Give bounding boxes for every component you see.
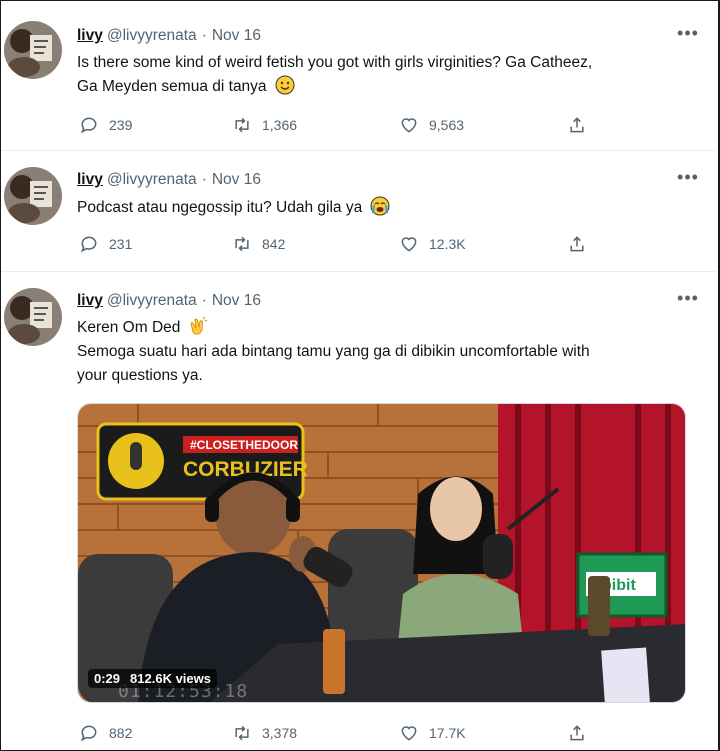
retweet-button[interactable]: 1,366 (232, 114, 297, 136)
avatar[interactable] (4, 167, 62, 225)
tweet-date[interactable]: Nov 16 (212, 27, 261, 44)
reply-count: 239 (109, 117, 133, 133)
heart-icon (401, 118, 417, 133)
more-horizontal-icon[interactable]: ••• (677, 24, 699, 47)
tweet-actions: 239 1,366 9,563 (77, 114, 597, 136)
retweet-button[interactable]: 3,378 (232, 722, 297, 744)
reply-button[interactable]: 882 (79, 722, 132, 744)
like-button[interactable]: 9,563 (399, 114, 464, 136)
like-count: 17.7K (429, 725, 466, 741)
separator: · (201, 27, 207, 44)
like-count: 12.3K (429, 236, 466, 252)
tweet-text-line: Is there some kind of weird fetish you g… (77, 54, 593, 71)
display-name[interactable]: livy (77, 27, 103, 44)
share-button[interactable] (567, 233, 597, 255)
tweet-text-line: Keren Om Ded (77, 319, 181, 336)
tweet-text: Keren Om Ded Semoga suatu hari ada binta… (77, 316, 697, 388)
tweet[interactable]: livy @livyyrenata · Nov 16 ••• Is there som… (1, 1, 715, 151)
tweet-text-line: Ga Meyden semua di tanya (77, 78, 267, 95)
like-button[interactable]: 17.7K (399, 722, 466, 744)
tweet-date[interactable]: Nov 16 (212, 171, 261, 188)
loudly-crying-face-emoji (370, 196, 390, 216)
slightly-smiling-face-emoji (275, 75, 295, 95)
tweet-actions: 882 3,378 17.7K (77, 722, 597, 744)
share-button[interactable] (567, 722, 597, 744)
retweet-icon (235, 725, 249, 741)
retweet-count: 842 (262, 236, 286, 252)
retweet-count: 3,378 (262, 725, 298, 741)
tweet-header: livy @livyyrenata · Nov 16 (77, 26, 261, 46)
tweet-text-line: your questions ya. (77, 367, 203, 384)
share-icon (570, 117, 584, 133)
reply-button[interactable]: 239 (79, 114, 132, 136)
reply-icon (80, 236, 97, 253)
reply-icon (80, 725, 97, 742)
video-info-badge: 0:29 812.6K views (88, 669, 217, 688)
heart-icon (401, 237, 417, 252)
tweet-date[interactable]: Nov 16 (212, 292, 261, 309)
avatar[interactable] (4, 288, 62, 346)
tweet-header: livy @livyyrenata · Nov 16 (77, 170, 261, 190)
video-player[interactable]: #CLOSETHEDOOR CORBUZIER bibit 01:12:53:1… (77, 403, 686, 703)
retweet-icon (235, 117, 249, 133)
share-button[interactable] (567, 114, 597, 136)
sign-top-text: #CLOSETHEDOOR (190, 438, 298, 452)
handle[interactable]: @livyyrenata (107, 292, 197, 309)
retweet-button[interactable]: 842 (232, 233, 285, 255)
video-frame: #CLOSETHEDOOR CORBUZIER bibit (78, 404, 685, 702)
avatar[interactable] (4, 21, 62, 79)
reply-button[interactable]: 231 (79, 233, 132, 255)
tweet-text-line: Podcast atau ngegossip itu? Udah gila ya (77, 199, 363, 216)
like-button[interactable]: 12.3K (399, 233, 466, 255)
more-horizontal-icon[interactable]: ••• (677, 168, 699, 191)
like-count: 9,563 (429, 117, 465, 133)
reply-count: 231 (109, 236, 133, 252)
display-name[interactable]: livy (77, 292, 103, 309)
display-name[interactable]: livy (77, 171, 103, 188)
video-duration: 0:29 (94, 671, 121, 686)
tweet-header: livy @livyyrenata · Nov 16 (77, 291, 261, 311)
more-horizontal-icon[interactable]: ••• (677, 289, 699, 312)
tweet-text: Is there some kind of weird fetish you g… (77, 51, 697, 99)
tweet-actions: 231 842 12.3K (77, 233, 597, 255)
clapping-hands-emoji (190, 316, 207, 335)
retweet-icon (235, 236, 249, 252)
heart-icon (401, 726, 417, 741)
tweet-text-line: Semoga suatu hari ada bintang tamu yang … (77, 343, 590, 360)
reply-icon (80, 117, 97, 134)
separator: · (201, 171, 207, 188)
tweet[interactable]: livy @livyyrenata · Nov 16 ••• Podcast atau… (1, 151, 715, 272)
share-icon (570, 236, 584, 252)
video-views: 812.6K views (130, 671, 211, 686)
share-icon (570, 725, 584, 741)
reply-count: 882 (109, 725, 133, 741)
handle[interactable]: @livyyrenata (107, 27, 197, 44)
separator: · (201, 292, 207, 309)
handle[interactable]: @livyyrenata (107, 171, 197, 188)
tweet-text: Podcast atau ngegossip itu? Udah gila ya (77, 196, 697, 220)
retweet-count: 1,366 (262, 117, 298, 133)
